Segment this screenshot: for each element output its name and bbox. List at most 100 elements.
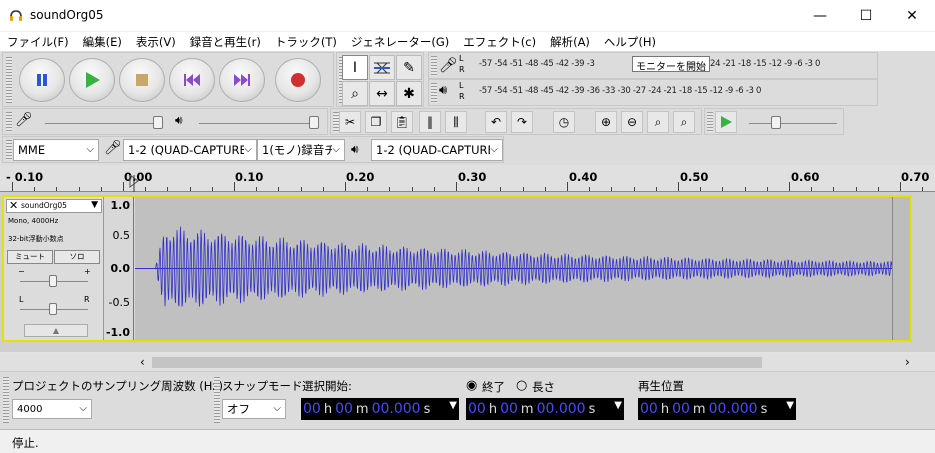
menu-help[interactable]: ヘルプ(H): [597, 34, 663, 50]
mute-button[interactable]: ミュート: [7, 250, 53, 264]
zoom-out-button[interactable]: ⊖: [621, 111, 643, 133]
ruler-tick: [589, 187, 590, 191]
monitor-tooltip[interactable]: モニターを開始: [632, 56, 710, 73]
waveform-view[interactable]: [135, 197, 893, 340]
record-volume-slider[interactable]: [45, 123, 163, 124]
menu-effect[interactable]: エフェクト(c): [456, 34, 543, 50]
vertical-scale[interactable]: 1.0 0.5 0.0 -0.5 -1.0: [104, 197, 134, 340]
collapse-track-button[interactable]: ▲: [24, 324, 88, 337]
record-button[interactable]: [275, 58, 321, 102]
draw-tool-button[interactable]: ✎: [396, 55, 422, 80]
selection-start-time[interactable]: 00 h 00 m 00.000 s ▼: [301, 398, 459, 420]
selection-tool-button[interactable]: I: [342, 55, 368, 80]
track-menu-arrow-icon[interactable]: ▼: [91, 200, 98, 210]
length-radio-icon[interactable]: ○: [516, 378, 527, 393]
audio-position-time[interactable]: 00 h 00 m 00.000 s ▼: [638, 398, 796, 420]
horizontal-scrollbar[interactable]: ‹ ›: [0, 354, 935, 371]
toolbar-grip[interactable]: [6, 140, 12, 160]
audio-track[interactable]: ✕ soundOrg05 ▼ Mono, 4000Hz 32-bit浮動小数点 …: [2, 195, 912, 342]
menu-generate[interactable]: ジェネレーター(G): [344, 34, 456, 50]
playback-volume-slider[interactable]: [199, 123, 317, 124]
stop-button[interactable]: [119, 58, 165, 102]
playback-device-select[interactable]: 1-2 (QUAD-CAPTURE ⌵: [371, 139, 503, 161]
playback-volume-thumb[interactable]: [309, 116, 319, 129]
menu-analyze[interactable]: 解析(A): [543, 34, 597, 50]
time-shift-tool-button[interactable]: ↔: [369, 81, 395, 106]
undo-button[interactable]: ↶: [485, 111, 507, 133]
envelope-tool-button[interactable]: [369, 55, 395, 80]
minimize-button[interactable]: —: [797, 0, 843, 32]
toolbar-grip[interactable]: [431, 83, 437, 103]
copy-button[interactable]: ❐: [365, 111, 387, 133]
project-rate-value: 4000: [17, 403, 43, 415]
skip-to-end-button[interactable]: [219, 58, 265, 102]
format-dropdown-icon[interactable]: ▼: [786, 400, 794, 411]
speaker-icon[interactable]: 🔊︎: [439, 83, 447, 98]
toolbar-grip[interactable]: [6, 57, 12, 103]
ruler-tick: [389, 187, 390, 191]
scroll-right-icon[interactable]: ›: [905, 355, 910, 369]
microphone-icon[interactable]: 🎤︎: [439, 56, 458, 74]
cut-button[interactable]: ✂: [339, 111, 361, 133]
speed-thumb[interactable]: [771, 116, 781, 129]
maximize-button[interactable]: ☐: [843, 0, 889, 32]
menu-transport[interactable]: 録音と再生(r): [183, 34, 268, 50]
close-button[interactable]: ✕: [889, 0, 935, 32]
ruler-tick: [545, 187, 546, 191]
toolbar-grip[interactable]: [3, 377, 9, 423]
play-head-icon[interactable]: [129, 175, 139, 192]
fit-selection-button[interactable]: ⌕: [647, 111, 669, 133]
toolbar-grip[interactable]: [431, 56, 437, 76]
device-toolbar: MME ⌵ 🎤︎ 1-2 (QUAD-CAPTURE ⌵ 1(モノ)録音チ ⌵ 🔊︎ …: [2, 136, 504, 163]
collapse-arrow-icon: ▲: [52, 326, 60, 335]
track-name-bar[interactable]: ✕ soundOrg05 ▼: [6, 199, 102, 213]
audio-host-select[interactable]: MME ⌵: [13, 139, 99, 161]
solo-button[interactable]: ソロ: [54, 250, 100, 264]
speed-slider[interactable]: [749, 123, 837, 124]
audio-position-label: 再生位置: [638, 379, 684, 393]
redo-button[interactable]: ↷: [511, 111, 533, 133]
zoom-in-button[interactable]: ⊕: [595, 111, 617, 133]
skip-to-start-button[interactable]: [169, 58, 215, 102]
paste-button[interactable]: 📋︎: [391, 111, 413, 133]
scroll-left-icon[interactable]: ‹: [140, 355, 145, 369]
record-volume-thumb[interactable]: [153, 116, 163, 129]
menu-edit[interactable]: 編集(E): [76, 34, 129, 50]
record-meter-toolbar: 🎤︎ L R -57 -54 -51 -48 -45 -42 -39 -3 モニ…: [428, 52, 878, 79]
scrollbar-thumb[interactable]: [152, 357, 762, 368]
play-button[interactable]: [69, 58, 115, 102]
trim-button[interactable]: ‖: [419, 111, 441, 133]
pan-thumb[interactable]: [49, 303, 57, 315]
close-track-icon[interactable]: ✕: [9, 199, 18, 212]
toolbar-grip[interactable]: [707, 112, 713, 132]
sync-lock-button[interactable]: ◷: [553, 111, 575, 133]
ruler-tick: [878, 187, 879, 191]
recording-device-select[interactable]: 1-2 (QUAD-CAPTURE ⌵: [123, 139, 257, 161]
seconds-value: 00.000: [536, 401, 586, 417]
selection-end-time[interactable]: 00 h 00 m 00.000 s ▼: [466, 398, 624, 420]
fit-project-button[interactable]: ⌕: [673, 111, 695, 133]
timeline-ruler[interactable]: - 0.10 0.00 0.10 0.20 0.30 0.40 0.50 0.6…: [0, 165, 935, 192]
format-dropdown-icon[interactable]: ▼: [614, 400, 622, 411]
project-rate-label: プロジェクトのサンプリング周波数 (Hz):: [12, 379, 227, 393]
menu-file[interactable]: ファイル(F): [0, 34, 76, 50]
snap-mode-select[interactable]: オフ ⌵: [222, 399, 286, 419]
menu-view[interactable]: 表示(V): [129, 34, 183, 50]
minutes-unit: m: [520, 401, 534, 417]
zoom-tool-button[interactable]: ⌕: [342, 81, 368, 106]
play-at-speed-toolbar: [704, 108, 844, 135]
gain-thumb[interactable]: [49, 275, 57, 287]
i-beam-icon: I: [352, 59, 358, 76]
silence-button[interactable]: ⫼: [445, 111, 467, 133]
menu-tracks[interactable]: トラック(T): [268, 34, 344, 50]
toolbar-grip[interactable]: [214, 377, 220, 423]
toolbar-grip[interactable]: [6, 112, 12, 132]
end-radio-selected-icon[interactable]: ◉: [466, 378, 477, 393]
format-dropdown-icon[interactable]: ▼: [449, 400, 457, 411]
ruler-tick: [79, 187, 80, 191]
pause-button[interactable]: [19, 58, 65, 102]
play-at-speed-button[interactable]: [715, 111, 737, 133]
multi-tool-button[interactable]: ✱: [396, 81, 422, 106]
recording-channels-select[interactable]: 1(モノ)録音チ ⌵: [257, 139, 345, 161]
project-rate-select[interactable]: 4000 ⌵: [12, 399, 92, 419]
